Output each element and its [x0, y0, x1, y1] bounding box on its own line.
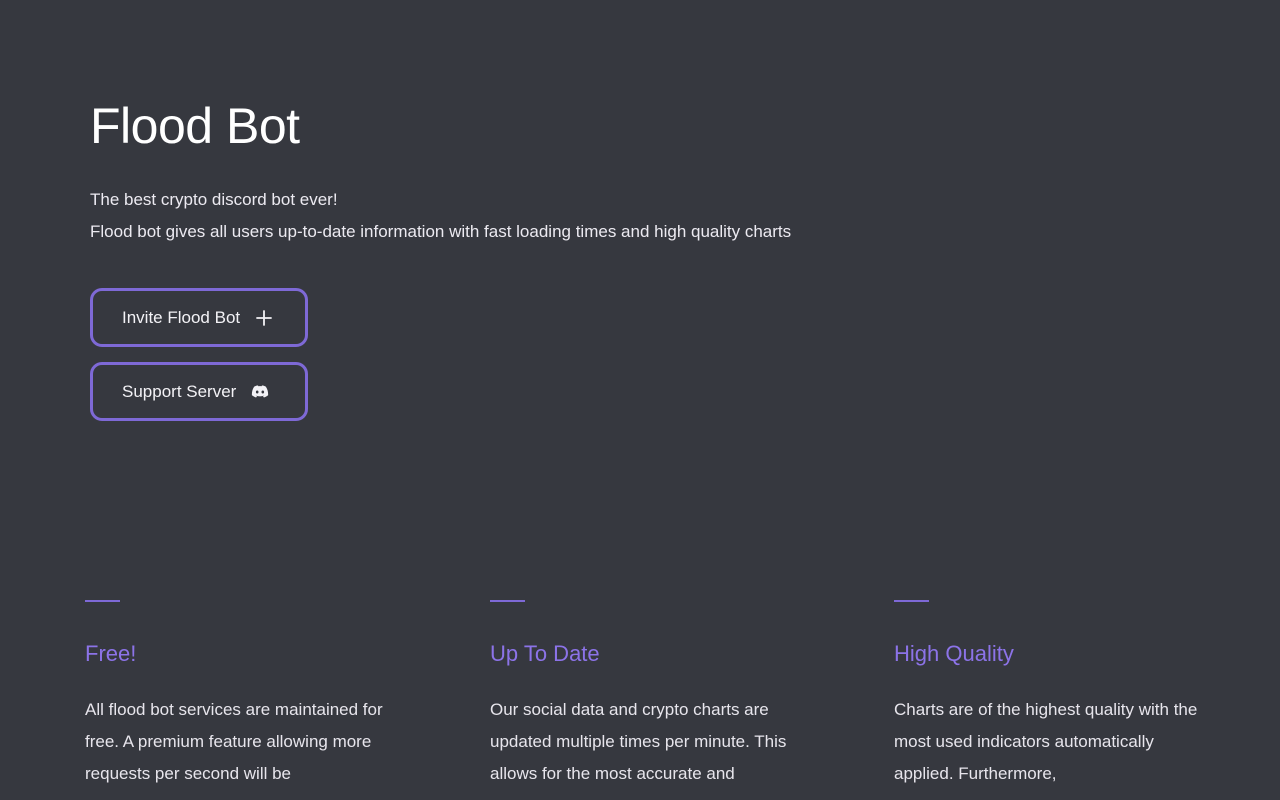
landing-page: Flood Bot The best crypto discord bot ev… [0, 0, 1280, 800]
discord-icon [250, 382, 270, 402]
tagline: The best crypto discord bot ever! Flood … [90, 184, 791, 248]
plus-icon [254, 308, 274, 328]
feature-text: Our social data and crypto charts are up… [490, 700, 787, 783]
feature-up-to-date: Up To Date Our social data and crypto ch… [490, 600, 810, 790]
feature-free: Free! All flood bot services are maintai… [85, 600, 405, 790]
hero-section: Flood Bot The best crypto discord bot ev… [90, 96, 791, 248]
feature-title: High Quality [894, 641, 1014, 666]
feature-text: All flood bot services are maintained fo… [85, 700, 383, 783]
support-server-button[interactable]: Support Server [90, 362, 308, 421]
tagline-line-1: The best crypto discord bot ever! [90, 190, 338, 209]
feature-high-quality: High Quality Charts are of the highest q… [894, 600, 1204, 790]
feature-divider [85, 600, 120, 602]
support-button-label: Support Server [122, 381, 237, 401]
feature-title: Free! [85, 641, 137, 666]
feature-title: Up To Date [490, 641, 600, 666]
feature-divider [894, 600, 929, 602]
feature-text: Charts are of the highest quality with t… [894, 700, 1198, 783]
tagline-line-2: Flood bot gives all users up-to-date inf… [90, 222, 792, 241]
invite-flood-bot-button[interactable]: Invite Flood Bot [90, 288, 308, 347]
invite-button-label: Invite Flood Bot [122, 307, 241, 327]
page-title: Flood Bot [90, 98, 300, 154]
feature-divider [490, 600, 525, 602]
